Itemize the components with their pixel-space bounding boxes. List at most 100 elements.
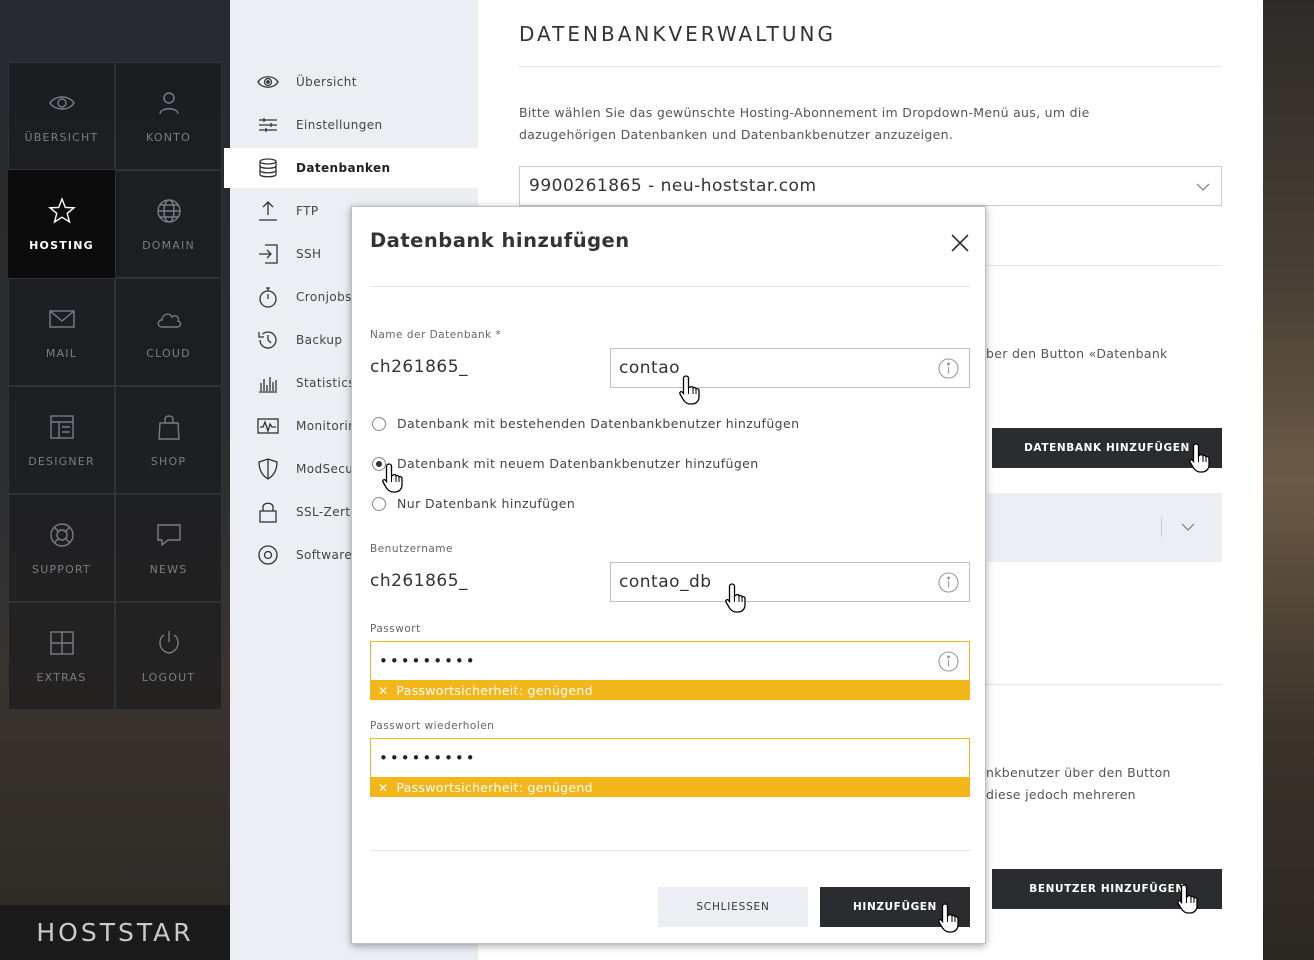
password-strength-badge: ✕ Passwortsicherheit: genügend — [370, 681, 970, 700]
password-label: Passwort — [370, 623, 421, 635]
subscription-select[interactable]: 9900261865 - neu-hoststar.com — [519, 166, 1222, 206]
radio-label: Datenbank mit neuem Datenbankbenutzer hi… — [397, 456, 759, 471]
nav-tile-konto[interactable]: KONTO — [115, 62, 222, 170]
radio-db-only[interactable]: Nur Datenbank hinzufügen — [372, 496, 575, 511]
close-icon[interactable] — [950, 233, 970, 253]
submenu-label: Backup — [296, 333, 343, 347]
nav-tile-extras[interactable]: EXTRAS — [8, 602, 115, 710]
upload-icon — [259, 201, 277, 221]
hoststar-logo[interactable]: HOSTSTAR — [36, 918, 193, 947]
db-name-input-value: contao — [619, 358, 681, 378]
divider — [370, 850, 970, 851]
password-input-value: ••••••••• — [379, 652, 477, 670]
nav-tile-domain[interactable]: DOMAIN — [115, 170, 222, 278]
db-name-prefix: ch261865_ — [370, 357, 469, 377]
lifebuoy-icon — [49, 522, 74, 547]
eye-icon — [48, 95, 75, 110]
radio-button-checked[interactable] — [372, 456, 386, 471]
layout-icon — [49, 414, 74, 439]
nav-tile-label: ÜBERSICHT — [24, 130, 99, 144]
nav-tile-mail[interactable]: MAIL — [8, 278, 115, 386]
background-text: diese jedoch mehreren — [986, 787, 1136, 802]
nav-tile-hosting[interactable]: HOSTING — [8, 170, 115, 278]
close-button[interactable]: SCHLIESSEN — [658, 887, 808, 927]
nav-tile-support[interactable]: SUPPORT — [8, 494, 115, 602]
background-text: ber den Button «Datenbank — [986, 346, 1168, 361]
password-repeat-input[interactable]: ••••••••• — [370, 738, 970, 778]
submenu-label: Cronjobs — [296, 290, 352, 304]
nav-tile-label: SUPPORT — [32, 562, 91, 576]
submenu-item-datenbanken[interactable]: Datenbanken — [224, 148, 478, 188]
nav-tile-label: NEWS — [149, 562, 188, 576]
cloud-icon — [157, 312, 181, 328]
eye-icon — [257, 76, 279, 88]
stopwatch-icon — [259, 287, 277, 308]
password-repeat-strength-text: Passwortsicherheit: genügend — [396, 780, 593, 795]
radio-existing-user[interactable]: Datenbank mit bestehenden Datenbankbenut… — [372, 416, 799, 431]
subscription-select-value: 9900261865 - neu-hoststar.com — [529, 176, 817, 196]
db-name-input[interactable]: contao — [610, 348, 970, 388]
chevron-down-icon[interactable] — [1181, 521, 1195, 533]
speech-bubble-icon — [156, 523, 181, 546]
power-icon — [158, 630, 179, 654]
add-user-button[interactable]: BENUTZER HINZUFÜGEN — [992, 869, 1222, 909]
nav-tile-label: SHOP — [150, 454, 187, 468]
radio-label: Datenbank mit bestehenden Datenbankbenut… — [397, 416, 800, 431]
close-button-label: SCHLIESSEN — [696, 901, 770, 913]
db-name-label: Name der Datenbank * — [370, 329, 502, 341]
add-database-button[interactable]: DATENBANK HINZUFÜGEN — [992, 428, 1222, 468]
history-icon — [258, 331, 277, 349]
divider — [370, 286, 970, 287]
database-accordion-bar[interactable] — [988, 493, 1222, 562]
add-user-button-label: BENUTZER HINZUFÜGEN — [1029, 883, 1185, 895]
logo-bar: HOSTSTAR — [0, 905, 230, 960]
radio-button[interactable] — [372, 496, 386, 511]
password-input[interactable]: ••••••••• — [370, 641, 970, 681]
lock-icon — [259, 502, 277, 523]
username-input[interactable]: contao_db — [610, 562, 970, 602]
background-text: nkbenutzer über den Button — [986, 765, 1171, 780]
main-sidebar: ÜBERSICHT KONTO HOSTING DOMAIN MAIL CLOU… — [0, 0, 230, 960]
submenu-item-einstellungen[interactable]: Einstellungen — [230, 105, 478, 145]
nav-tile-cloud[interactable]: CLOUD — [115, 278, 222, 386]
main-nav: ÜBERSICHT KONTO HOSTING DOMAIN MAIL CLOU… — [8, 62, 222, 710]
nav-tile-label: DOMAIN — [142, 238, 195, 252]
submit-button[interactable]: HINZUFÜGEN — [820, 887, 970, 927]
submenu-label: FTP — [296, 204, 319, 218]
nav-tile-label: LOGOUT — [141, 670, 196, 684]
password-strength-text: Passwortsicherheit: genügend — [396, 683, 593, 698]
x-icon: ✕ — [378, 683, 389, 698]
background-photo — [1263, 0, 1314, 960]
shopping-bag-icon — [157, 414, 180, 440]
radio-button[interactable] — [372, 416, 386, 431]
nav-tile-label: DESIGNER — [28, 454, 95, 468]
nav-tile-uebersicht[interactable]: ÜBERSICHT — [8, 62, 115, 170]
username-prefix: ch261865_ — [370, 571, 469, 591]
info-icon[interactable] — [938, 651, 959, 672]
nav-tile-label: KONTO — [146, 130, 191, 144]
globe-icon — [156, 198, 181, 223]
modal-title: Datenbank hinzufügen — [370, 229, 630, 252]
info-icon[interactable] — [938, 572, 959, 593]
database-icon — [259, 158, 277, 178]
nav-tile-news[interactable]: NEWS — [115, 494, 222, 602]
nav-tile-label: HOSTING — [29, 238, 94, 252]
username-input-value: contao_db — [619, 572, 712, 592]
password-repeat-input-value: ••••••••• — [379, 749, 477, 767]
submenu-item-uebersicht[interactable]: Übersicht — [230, 62, 478, 102]
submenu-label: SSH — [296, 247, 322, 261]
nav-tile-shop[interactable]: SHOP — [115, 386, 222, 494]
info-icon[interactable] — [938, 358, 959, 379]
login-icon — [259, 244, 278, 264]
radio-new-user[interactable]: Datenbank mit neuem Datenbankbenutzer hi… — [372, 456, 759, 471]
nav-tile-designer[interactable]: DESIGNER — [8, 386, 115, 494]
plus-square-icon — [49, 630, 74, 655]
nav-tile-logout[interactable]: LOGOUT — [115, 602, 222, 710]
shield-icon — [258, 458, 278, 480]
disc-icon — [258, 545, 278, 565]
bar-chart-icon — [259, 377, 277, 393]
nav-tile-label: EXTRAS — [36, 670, 87, 684]
mail-icon — [48, 309, 75, 328]
submit-button-label: HINZUFÜGEN — [853, 901, 937, 913]
divider — [1161, 517, 1162, 537]
